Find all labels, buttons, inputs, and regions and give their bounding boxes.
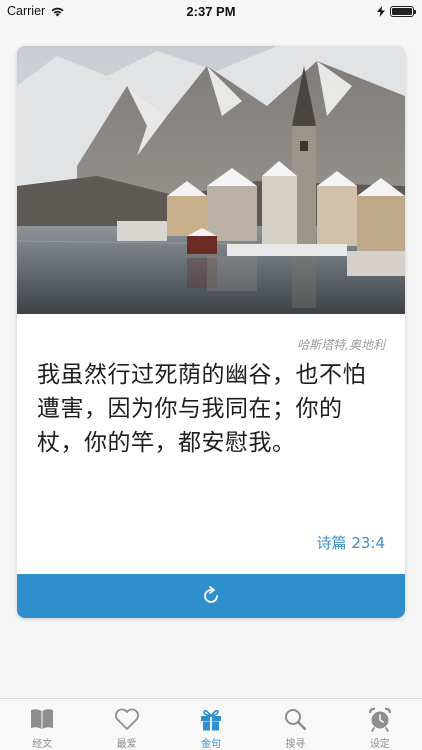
tab-scripture[interactable]: 经文	[0, 699, 84, 750]
tab-golden-verse[interactable]: 金句	[169, 699, 253, 750]
tab-settings[interactable]: 设定	[338, 699, 422, 750]
refresh-icon	[204, 586, 218, 603]
charging-icon	[377, 5, 385, 17]
tab-search[interactable]: 搜寻	[253, 699, 337, 750]
status-right	[377, 5, 416, 17]
wifi-icon	[51, 7, 64, 16]
tab-label: 设定	[369, 739, 390, 750]
carrier-label: Carrier	[7, 4, 46, 18]
status-left: Carrier	[7, 4, 65, 18]
image-caption: 哈斯塔特,奥地利	[297, 338, 385, 352]
tab-bar: 经文 最爱 金句 搜寻 设定	[0, 698, 422, 750]
alarm-clock-icon	[368, 707, 392, 732]
heart-icon	[114, 708, 139, 730]
status-bar: Carrier 2:37 PM	[0, 0, 422, 22]
tab-label: 经文	[32, 739, 53, 750]
book-icon	[31, 709, 54, 729]
battery-icon	[390, 5, 416, 17]
search-icon	[285, 709, 307, 731]
tab-label: 搜寻	[285, 739, 306, 750]
verse-text: 我虽然行过死荫的幽谷，也不怕遭害，因为你与我同在；你的杖，你的竿，都安慰我。	[37, 362, 366, 456]
verse-reference[interactable]: 诗篇 23:4	[317, 532, 385, 553]
hallstatt-photo	[17, 46, 405, 314]
refresh-button[interactable]	[17, 574, 405, 618]
gift-icon	[201, 709, 222, 731]
tab-favorites[interactable]: 最爱	[84, 699, 168, 750]
verse-card: 哈斯塔特,奥地利 我虽然行过死荫的幽谷，也不怕遭害，因为你与我同在；你的杖，你的…	[17, 46, 405, 618]
tab-label: 金句	[201, 739, 222, 750]
tab-label: 最爱	[116, 739, 137, 750]
